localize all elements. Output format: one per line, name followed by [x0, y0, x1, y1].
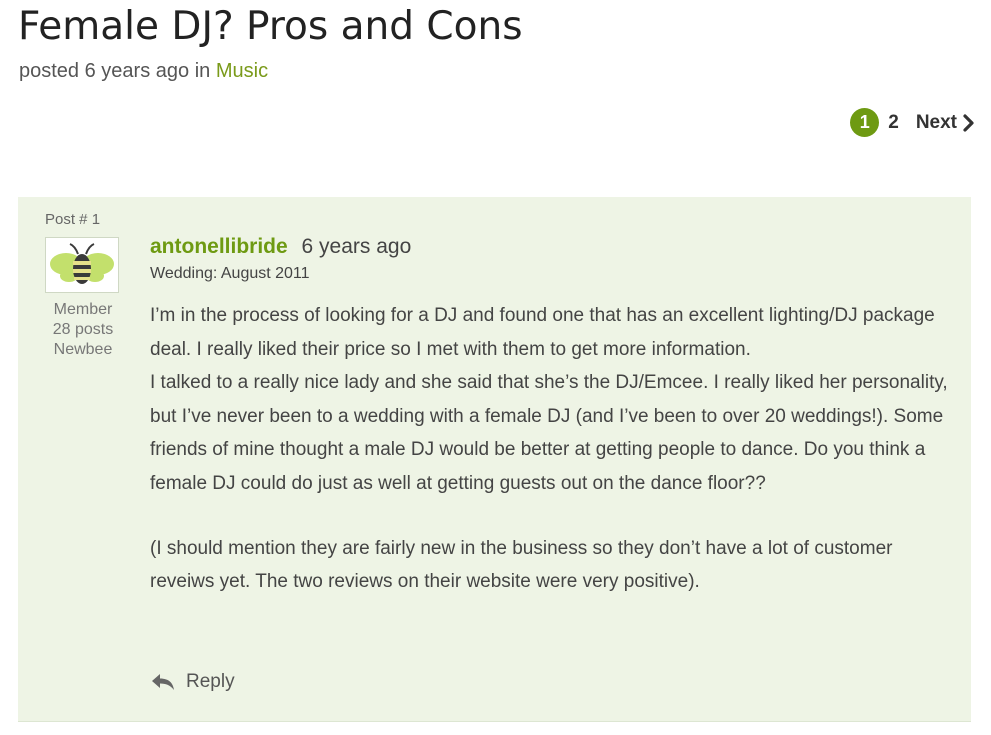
post-paragraph: I talked to a really nice lady and she s…: [150, 372, 948, 494]
author-line: antonellibride 6 years ago: [150, 235, 950, 259]
posted-time: 6 years ago: [84, 60, 190, 82]
post-card: Post # 1 Member 28 posts Newbee antonell…: [18, 197, 971, 722]
next-label: Next: [915, 111, 957, 133]
page-2-link[interactable]: 2: [888, 112, 899, 134]
reply-arrow-icon: [152, 674, 174, 690]
chevron-right-icon: [963, 113, 974, 132]
user-role: Member: [53, 301, 113, 318]
post-time: 6 years ago: [301, 235, 412, 258]
post-meta: posted 6 years ago in Music: [19, 60, 268, 83]
category-link[interactable]: Music: [216, 60, 268, 82]
page-current[interactable]: 1: [850, 108, 880, 137]
reply-label: Reply: [186, 671, 235, 692]
wedding-date: Wedding: August 2011: [150, 265, 310, 282]
posted-label: posted: [19, 60, 80, 82]
user-stats: Member 28 posts Newbee: [42, 300, 124, 360]
user-rank: Newbee: [53, 341, 113, 358]
post-paragraph: (I should mention they are fairly new in…: [150, 537, 893, 593]
post-number: Post # 1: [45, 211, 101, 228]
post-body: I’m in the process of looking for a DJ a…: [150, 299, 950, 599]
page-title: Female DJ? Pros and Cons: [18, 4, 523, 49]
reply-button[interactable]: Reply: [150, 671, 235, 693]
avatar[interactable]: [45, 237, 119, 293]
post-paragraph: I’m in the process of looking for a DJ a…: [150, 305, 935, 360]
pagination: 1 2 Next: [850, 108, 975, 137]
author-link[interactable]: antonellibride: [150, 235, 288, 258]
next-page-link[interactable]: Next: [916, 112, 975, 134]
bee-icon: [50, 243, 114, 284]
user-post-count: 28 posts: [52, 321, 114, 338]
in-label: in: [194, 60, 211, 82]
post-content: antonellibride 6 years ago Wedding: Augu…: [150, 235, 950, 599]
